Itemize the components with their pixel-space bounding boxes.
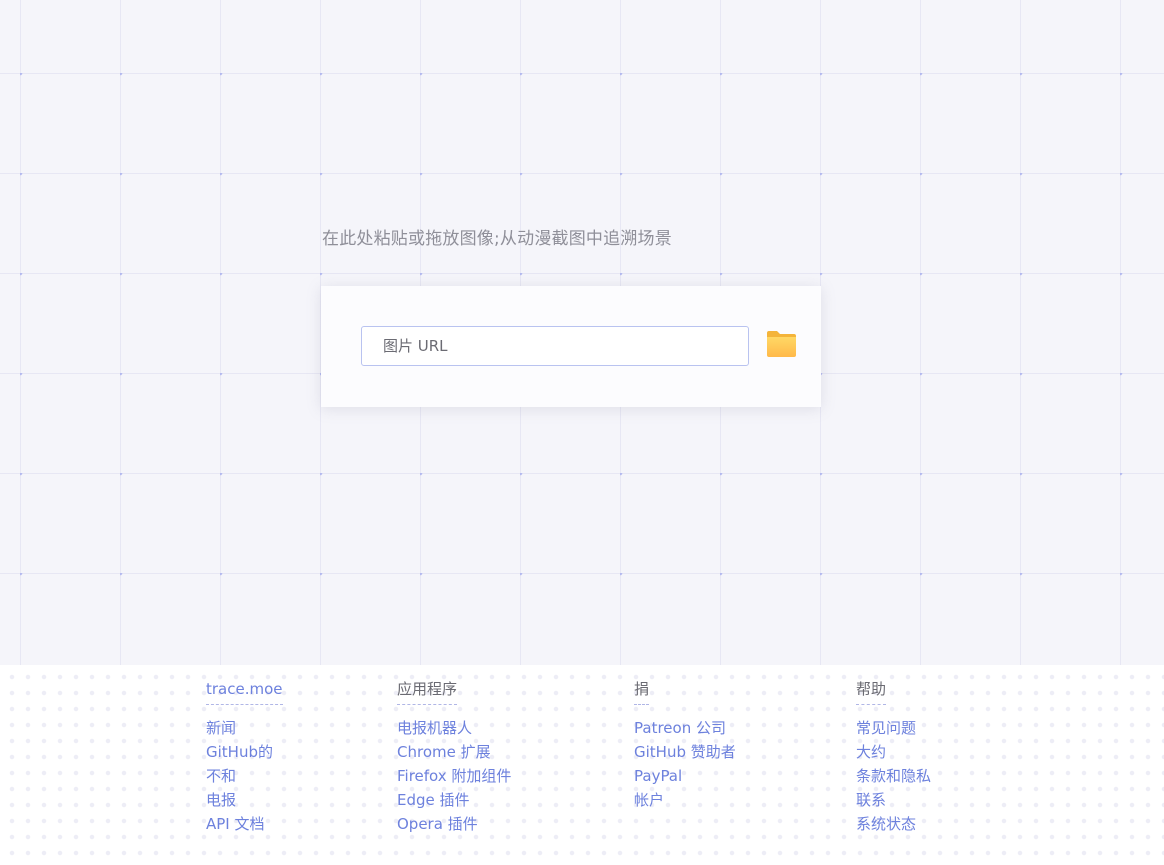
- footer-link-news[interactable]: 新闻: [206, 716, 283, 740]
- footer-column-trace-moe: trace.moe 新闻 GitHub的 不和 电报 API 文档: [206, 679, 283, 836]
- footer-heading-help: 帮助: [856, 679, 887, 705]
- footer-heading-trace-moe[interactable]: trace.moe: [206, 679, 283, 705]
- footer-link-github[interactable]: GitHub的: [206, 740, 283, 764]
- search-card: [321, 286, 821, 407]
- footer: trace.moe 新闻 GitHub的 不和 电报 API 文档 应用程序 电…: [0, 665, 1164, 865]
- footer-link-contact[interactable]: 联系: [856, 788, 931, 812]
- footer-link-about[interactable]: 大约: [856, 740, 931, 764]
- footer-link-faq[interactable]: 常见问题: [856, 716, 931, 740]
- footer-link-account[interactable]: 帐户: [634, 788, 736, 812]
- footer-column-donate: 捐 Patreon 公司 GitHub 赞助者 PayPal 帐户: [634, 679, 736, 812]
- footer-link-edge-addon[interactable]: Edge 插件: [397, 788, 511, 812]
- footer-link-firefox-addon[interactable]: Firefox 附加组件: [397, 764, 511, 788]
- footer-link-telegram[interactable]: 电报: [206, 788, 283, 812]
- drop-prompt: 在此处粘贴或拖放图像;从动漫截图中追溯场景: [322, 229, 672, 249]
- footer-link-github-sponsors[interactable]: GitHub 赞助者: [634, 740, 736, 764]
- footer-link-terms-privacy[interactable]: 条款和隐私: [856, 764, 931, 788]
- footer-link-patreon[interactable]: Patreon 公司: [634, 716, 736, 740]
- footer-link-paypal[interactable]: PayPal: [634, 764, 736, 788]
- footer-heading-donate: 捐: [634, 679, 650, 705]
- folder-icon[interactable]: [766, 330, 797, 358]
- footer-link-api-docs[interactable]: API 文档: [206, 812, 283, 836]
- footer-link-chrome-extension[interactable]: Chrome 扩展: [397, 740, 511, 764]
- footer-column-apps: 应用程序 电报机器人 Chrome 扩展 Firefox 附加组件 Edge 插…: [397, 679, 511, 836]
- footer-column-help: 帮助 常见问题 大约 条款和隐私 联系 系统状态: [856, 679, 931, 836]
- image-url-input[interactable]: [361, 326, 749, 366]
- footer-link-telegram-bot[interactable]: 电报机器人: [397, 716, 511, 740]
- footer-link-opera-addon[interactable]: Opera 插件: [397, 812, 511, 836]
- footer-link-system-status[interactable]: 系统状态: [856, 812, 931, 836]
- main-area: 在此处粘贴或拖放图像;从动漫截图中追溯场景: [0, 0, 1164, 665]
- footer-heading-apps: 应用程序: [397, 679, 458, 705]
- footer-link-discord[interactable]: 不和: [206, 764, 283, 788]
